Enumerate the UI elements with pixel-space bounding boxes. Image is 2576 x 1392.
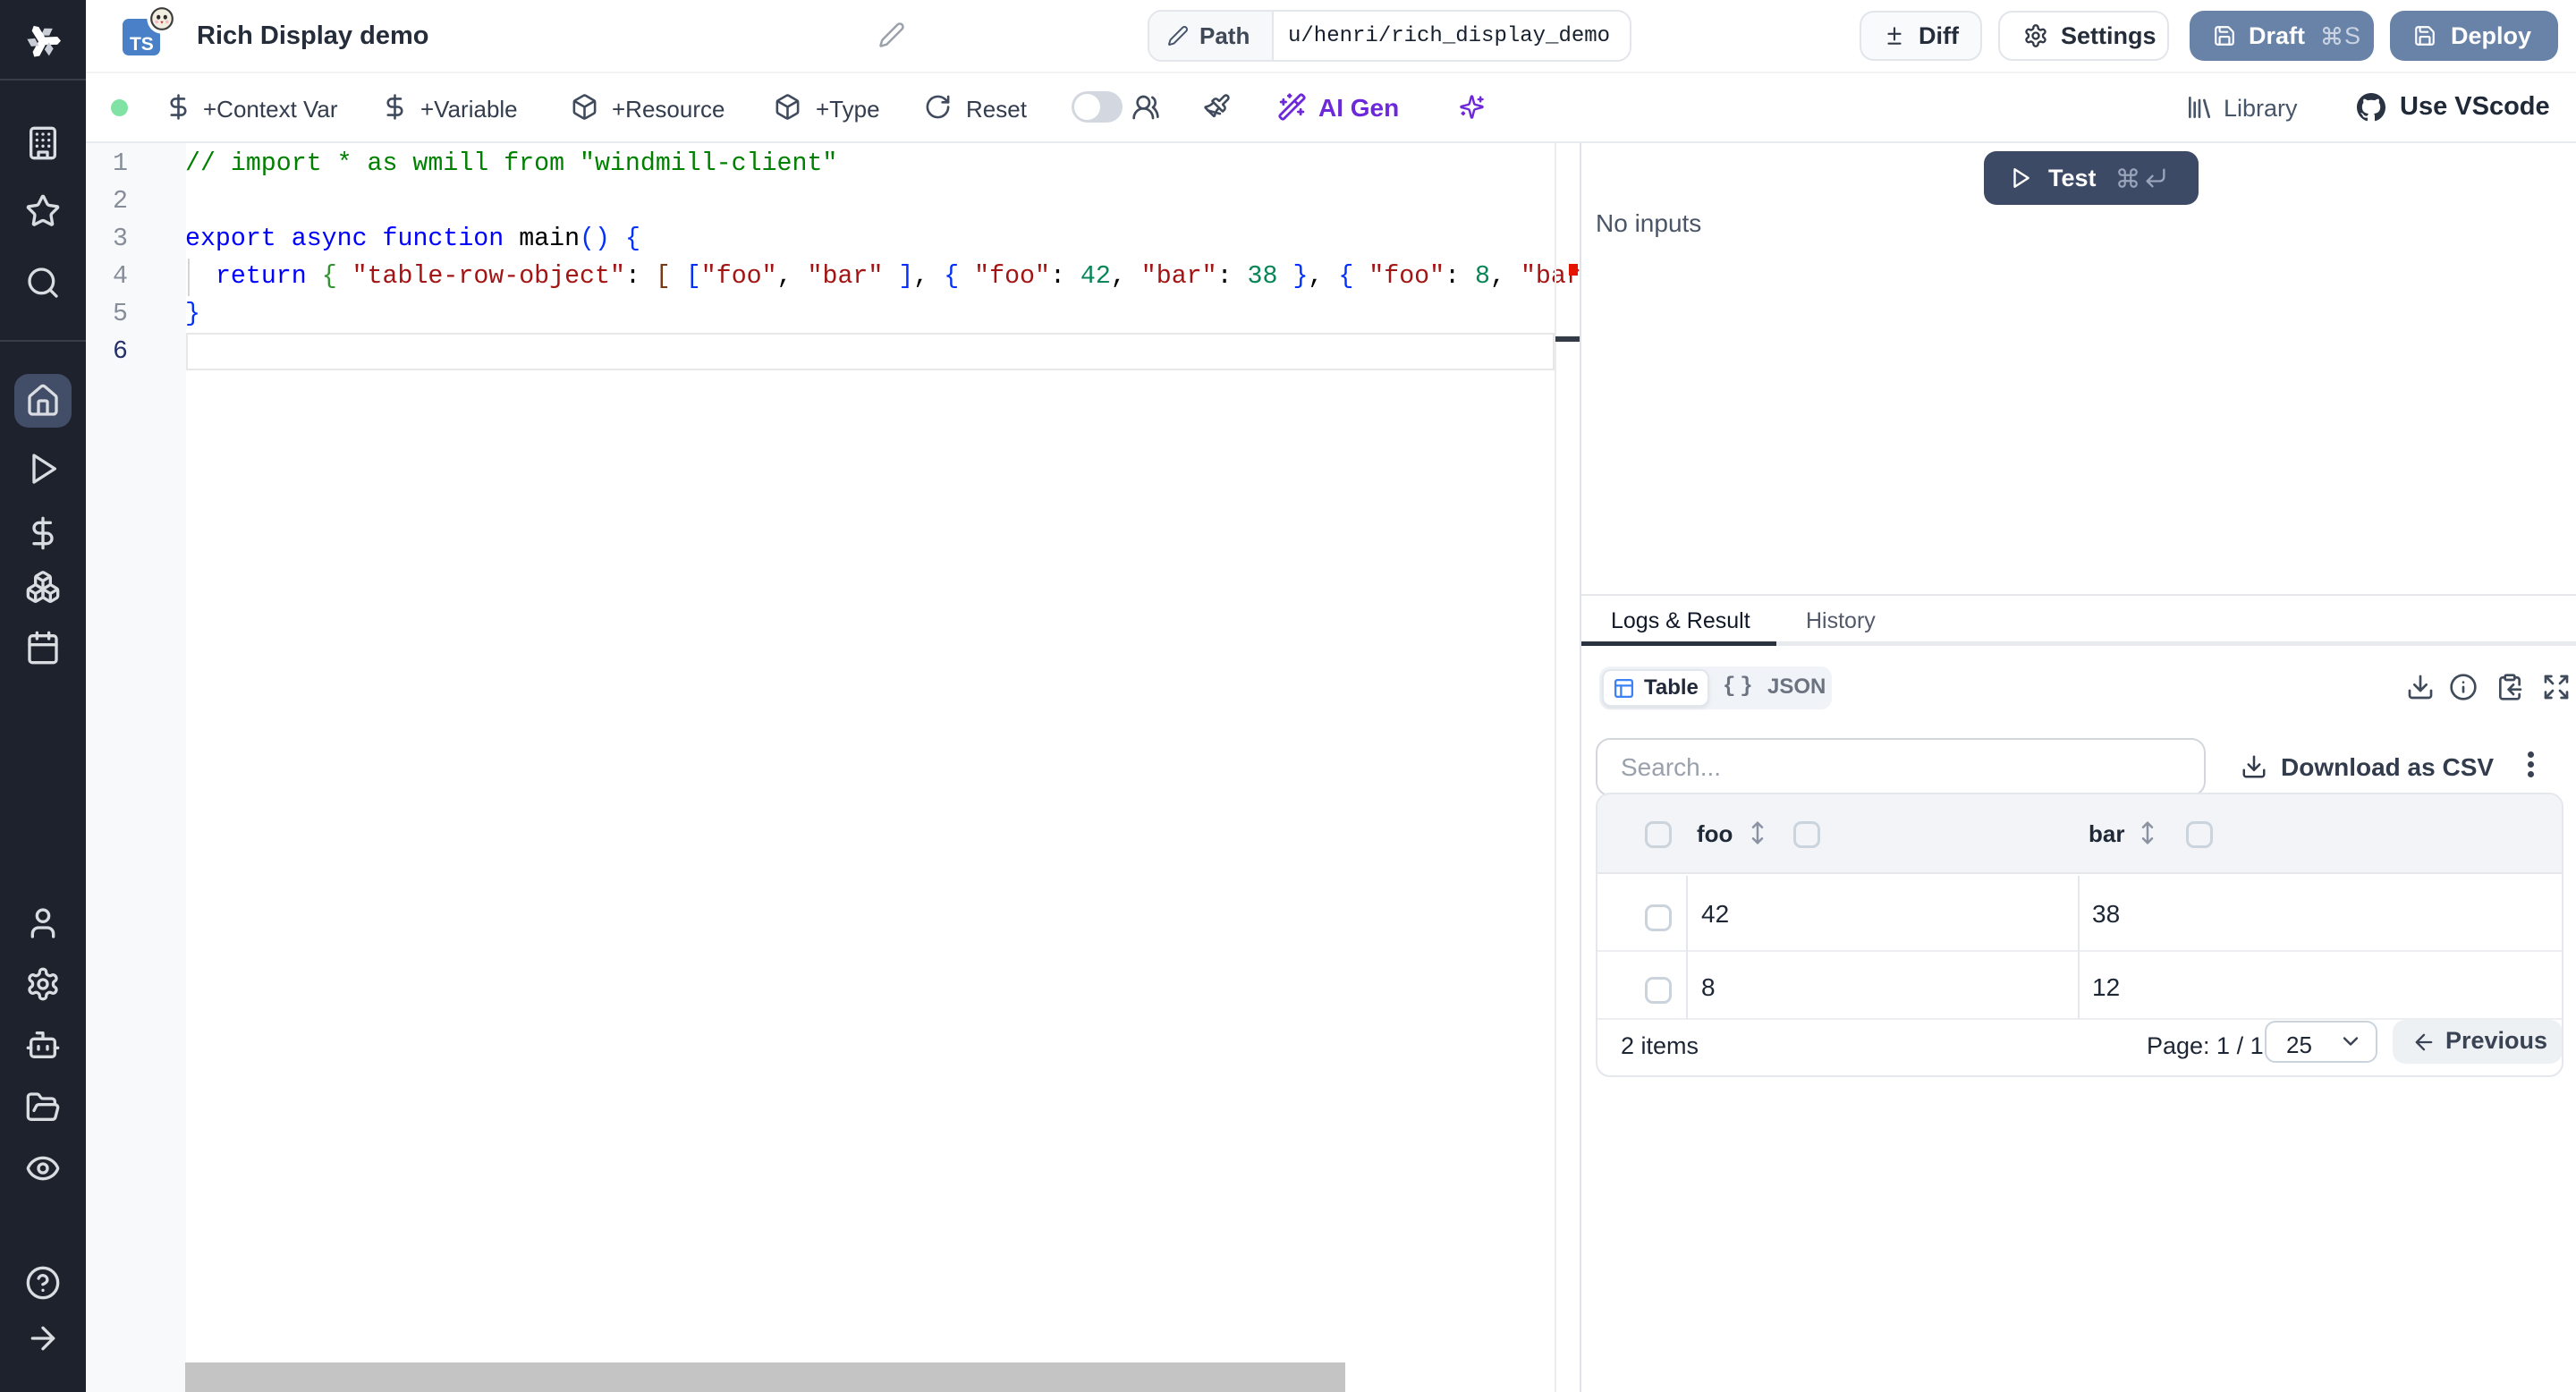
svg-text:TS: TS [130, 34, 154, 55]
